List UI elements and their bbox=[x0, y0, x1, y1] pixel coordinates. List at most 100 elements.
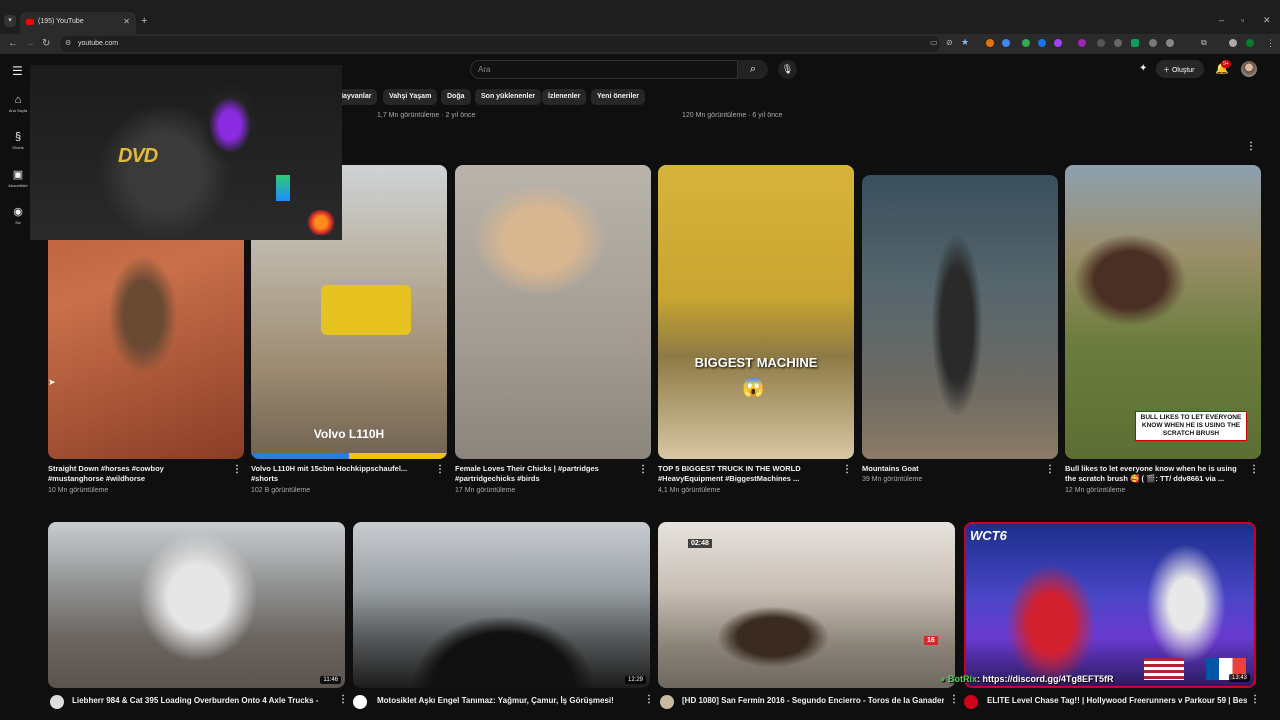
bookmark-star-icon[interactable]: ★ bbox=[961, 37, 969, 48]
bot-message: : https://discord.gg/4Tg8EFT5fR bbox=[976, 674, 1114, 684]
browser-tab[interactable]: (195) YouTube ✕ bbox=[20, 12, 136, 34]
more-options-icon[interactable]: ⋮ bbox=[1045, 464, 1055, 475]
usa-flag bbox=[1144, 658, 1184, 680]
short-title[interactable]: Female Loves Their Chicks | #partridges … bbox=[455, 464, 627, 484]
notification-badge: 9+ bbox=[1221, 60, 1231, 68]
more-options-icon[interactable]: ⋮ bbox=[842, 464, 852, 475]
close-window-icon[interactable]: ✕ bbox=[1263, 15, 1271, 26]
eye-off-icon[interactable]: ⊘ bbox=[946, 38, 953, 47]
search-button[interactable]: ⌕ bbox=[738, 60, 768, 79]
maximize-icon[interactable]: ▫ bbox=[1241, 15, 1244, 25]
thumbnail-overlay-text: Volvo L110H bbox=[313, 427, 385, 441]
shorts-shelf-menu-icon[interactable]: ⋮ bbox=[1246, 141, 1256, 152]
create-button[interactable]: ＋ Oluştur bbox=[1156, 60, 1204, 78]
bull-figure bbox=[1075, 235, 1185, 325]
video-thumbnail[interactable]: 02:48 16 bbox=[658, 522, 955, 688]
short-title[interactable]: Volvo L110H mit 15cbm Hochkippschaufel..… bbox=[251, 464, 423, 484]
video-thumbnail[interactable]: 11:46 bbox=[48, 522, 345, 688]
extension-icon[interactable] bbox=[1229, 39, 1237, 47]
extension-icon[interactable] bbox=[1038, 39, 1046, 47]
short-thumbnail[interactable]: BULL LIKES TO LET EVERYONE KNOW WHEN HE … bbox=[1065, 165, 1261, 459]
more-options-icon[interactable]: ⋮ bbox=[1250, 694, 1260, 705]
webcam-overlay: DVD bbox=[30, 65, 342, 240]
flag-blue bbox=[251, 453, 349, 459]
minimize-icon[interactable]: – bbox=[1219, 15, 1224, 25]
short-title[interactable]: TOP 5 BIGGEST TRUCK IN THE WORLD #HeavyE… bbox=[658, 464, 830, 484]
cast-icon[interactable]: ✦ bbox=[1139, 63, 1147, 74]
status-dot-icon: ● bbox=[940, 674, 946, 684]
chip-watched[interactable]: İzlenenler bbox=[542, 89, 587, 105]
video-thumbnail[interactable]: WCT6 13:43 bbox=[964, 522, 1256, 688]
extension-icon[interactable] bbox=[1054, 39, 1062, 47]
thumbnail-overlay-text: BULL LIKES TO LET EVERYONE KNOW WHEN HE … bbox=[1135, 411, 1247, 441]
short-title[interactable]: Mountains Goat bbox=[862, 464, 1034, 474]
short-views: 4,1 Mn görüntüleme bbox=[658, 487, 721, 494]
sticker-figure bbox=[306, 210, 336, 235]
extension-icon[interactable] bbox=[1002, 39, 1010, 47]
youtube-favicon-icon bbox=[26, 19, 34, 25]
channel-avatar[interactable] bbox=[660, 695, 674, 709]
more-options-icon[interactable]: ⋮ bbox=[638, 464, 648, 475]
menu-icon[interactable]: ☰ bbox=[12, 64, 23, 78]
more-options-icon[interactable]: ⋮ bbox=[435, 464, 445, 475]
more-options-icon[interactable]: ⋮ bbox=[1249, 464, 1259, 475]
dvd-logo: DVD bbox=[118, 145, 158, 167]
short-views: 12 Mn görüntüleme bbox=[1065, 487, 1126, 494]
video-title[interactable]: Motosiklet Aşkı Engel Tanımaz: Yağmur, Ç… bbox=[377, 696, 637, 705]
video-title[interactable]: [HD 1080] San Fermín 2016 - Segundo Enci… bbox=[682, 696, 944, 705]
flag-yellow bbox=[349, 453, 447, 459]
address-bar[interactable] bbox=[60, 36, 940, 52]
short-thumbnail[interactable]: BIGGEST MACHINE 😱 bbox=[658, 165, 854, 459]
extension-icon[interactable] bbox=[986, 39, 994, 47]
more-options-icon[interactable]: ⋮ bbox=[338, 694, 348, 705]
video-thumbnail[interactable]: 12:29 bbox=[353, 522, 650, 688]
more-options-icon[interactable]: ⋮ bbox=[949, 694, 959, 705]
extension-icon[interactable] bbox=[1166, 39, 1174, 47]
profile-icon[interactable] bbox=[1246, 39, 1254, 47]
video-title[interactable]: ELITE Level Chase Tag!! | Hollywood Free… bbox=[987, 696, 1247, 705]
chip-new-to-you[interactable]: Yeni öneriler bbox=[591, 89, 646, 105]
close-tab-icon[interactable]: ✕ bbox=[123, 17, 130, 26]
chip-nature[interactable]: Doğa bbox=[441, 89, 471, 105]
short-title[interactable]: Straight Down #horses #cowboy #mustangho… bbox=[48, 464, 220, 484]
wct-logo: WCT6 bbox=[970, 528, 1007, 543]
video-duration: 12:29 bbox=[624, 676, 646, 684]
browser-menu-icon[interactable]: ⋮ bbox=[1266, 38, 1275, 49]
tab-search-button[interactable]: ▾ bbox=[4, 15, 16, 27]
more-options-icon[interactable]: ⋮ bbox=[644, 694, 654, 705]
previous-video-meta: 1,7 Mn görüntüleme · 2 yıl önce bbox=[377, 112, 476, 119]
search-input[interactable] bbox=[470, 60, 738, 79]
short-thumbnail[interactable] bbox=[862, 175, 1058, 459]
extension-icon[interactable] bbox=[1114, 39, 1122, 47]
site-info-icon[interactable]: ⚙ bbox=[65, 39, 71, 47]
forward-icon[interactable]: → bbox=[25, 38, 35, 49]
cast-tab-icon[interactable]: ▭ bbox=[930, 38, 938, 47]
avatar[interactable] bbox=[1241, 61, 1257, 77]
channel-avatar[interactable] bbox=[353, 695, 367, 709]
channel-avatar[interactable] bbox=[964, 695, 978, 709]
loader-figure bbox=[321, 285, 411, 335]
extension-icon[interactable] bbox=[1022, 39, 1030, 47]
create-label: Oluştur bbox=[1171, 67, 1195, 74]
video-title[interactable]: Liebherr 984 & Cat 395 Loading Overburde… bbox=[72, 696, 334, 705]
tab-title: (195) YouTube bbox=[38, 18, 84, 25]
chip-wildlife[interactable]: Vahşi Yaşam bbox=[383, 89, 438, 105]
new-tab-icon[interactable]: + bbox=[141, 15, 147, 27]
microphone-icon: 🎙 bbox=[781, 64, 794, 74]
voice-search-button[interactable]: 🎙 bbox=[778, 60, 797, 79]
chip-recently-uploaded[interactable]: Son yüklenenler bbox=[475, 89, 542, 105]
extension-icon[interactable] bbox=[1131, 39, 1139, 47]
extension-icon[interactable] bbox=[1149, 39, 1157, 47]
chat-bot-message: ● BotRix: https://discord.gg/4Tg8EFT5fR bbox=[940, 674, 1113, 684]
short-views: 102 B görüntüleme bbox=[251, 487, 311, 494]
extensions-puzzle-icon[interactable]: ⧉ bbox=[1201, 38, 1207, 48]
short-views: 39 Mn görüntüleme bbox=[862, 476, 923, 483]
short-title[interactable]: Bull likes to let everyone know when he … bbox=[1065, 464, 1237, 484]
reload-icon[interactable]: ↻ bbox=[42, 38, 50, 49]
extension-icon[interactable] bbox=[1078, 39, 1086, 47]
short-thumbnail[interactable] bbox=[455, 165, 651, 459]
channel-avatar[interactable] bbox=[50, 695, 64, 709]
extension-icon[interactable] bbox=[1097, 39, 1105, 47]
back-icon[interactable]: ← bbox=[8, 38, 18, 49]
more-options-icon[interactable]: ⋮ bbox=[232, 464, 242, 475]
